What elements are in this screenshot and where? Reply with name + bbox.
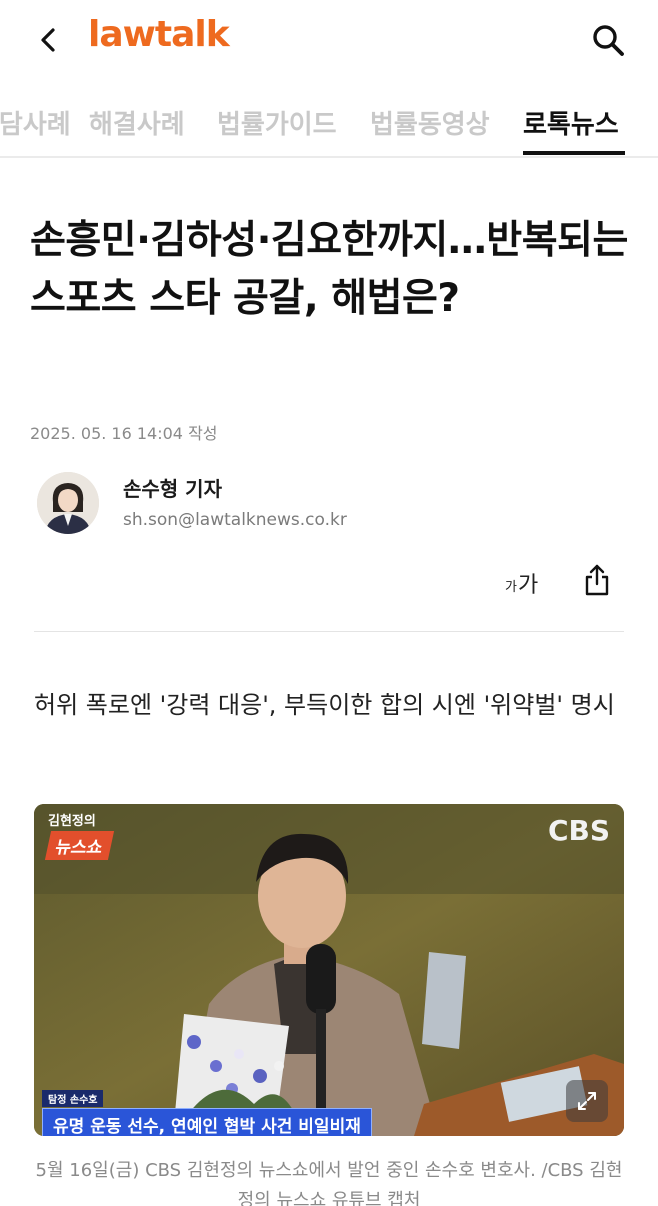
search-icon [593, 25, 624, 56]
active-tab-indicator [523, 151, 625, 155]
author-photo [37, 472, 99, 534]
tab-legal-guide[interactable]: 법률가이드 [217, 104, 337, 141]
show-name-tag: 김현정의 뉴스쇼 [44, 810, 115, 860]
broadcast-scene [34, 804, 624, 1136]
author-avatar[interactable] [37, 472, 99, 534]
article-subtitle: 허위 폭로엔 '강력 대응', 부득이한 합의 시엔 '위약벌' 명시 [34, 691, 615, 719]
image-caption: 5월 16일(금) CBS 김현정의 뉴스쇼에서 발언 중인 손수호 변호사. … [35, 1160, 623, 1206]
show-name-main: 뉴스쇼 [44, 831, 115, 860]
tab-consult-cases[interactable]: 상담사례 [0, 104, 71, 141]
tab-legal-videos[interactable]: 법률동영상 [370, 104, 490, 141]
article-image[interactable]: 김현정의 뉴스쇼 CBS 탐정 손수호 유명 운동 선수, 연예인 협박 사건 … [34, 804, 624, 1136]
author-name[interactable]: 손수형 기자 [123, 473, 222, 502]
font-size-big-glyph: 가 [517, 573, 539, 598]
cbs-logo: CBS [547, 814, 610, 847]
article-title: 손흥민·김하성·김요한까지…반복되는 스포츠 스타 공갈, 해법은? [30, 218, 628, 321]
font-size-small-glyph: 가 [505, 580, 517, 595]
expand-icon [578, 1092, 596, 1110]
lower-third-headline: 유명 운동 선수, 연예인 협박 사건 비일비재 [42, 1108, 372, 1136]
share-icon [585, 564, 609, 596]
lawtalk-logo[interactable]: lawtalk [88, 14, 230, 55]
font-size-button[interactable]: 가 가 [505, 563, 549, 599]
lower-third: 탐정 손수호 유명 운동 선수, 연예인 협박 사건 비일비재 [42, 1088, 372, 1136]
article-date: 2025. 05. 16 14:04 작성 [30, 424, 218, 443]
show-name-top: 김현정의 [48, 814, 96, 829]
category-tabs: 상담사례 해결사례 법률가이드 법률동영상 로톡뉴스 [0, 86, 658, 158]
lower-third-tag: 탐정 손수호 [42, 1090, 104, 1107]
back-button[interactable] [30, 22, 66, 58]
tab-resolved-cases[interactable]: 해결사례 [89, 104, 185, 141]
chevron-left-icon [41, 28, 55, 52]
search-button[interactable] [588, 20, 628, 60]
share-button[interactable] [578, 560, 616, 600]
author-email: sh.son@lawtalknews.co.kr [123, 510, 347, 530]
section-divider [34, 631, 624, 632]
expand-image-button[interactable] [566, 1080, 608, 1122]
tab-lawtalk-news[interactable]: 로톡뉴스 [523, 104, 619, 141]
app-header: lawtalk [0, 0, 658, 84]
